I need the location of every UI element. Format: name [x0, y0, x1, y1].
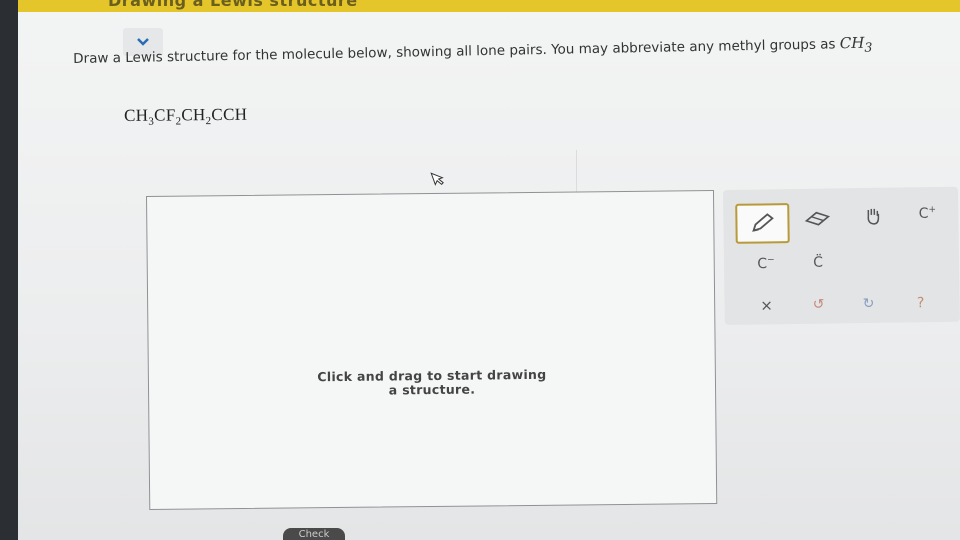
check-button[interactable]: Check — [283, 528, 345, 540]
undo-icon: ↺ — [812, 296, 825, 313]
page-title: Drawing a Lewis structure — [108, 0, 358, 10]
clear-button[interactable]: × — [746, 289, 786, 322]
chevron-down-icon — [137, 38, 149, 46]
anion-label: C− — [757, 254, 775, 272]
drawing-toolbar: C+ C− C̈ × ↺ ↻ ? — [723, 186, 960, 325]
lone-pair-tool-button[interactable]: C̈ — [798, 246, 838, 279]
close-icon: × — [760, 296, 774, 315]
hand-icon — [867, 208, 880, 225]
header-bar: Drawing a Lewis structure — [18, 0, 960, 12]
help-button[interactable]: ? — [900, 287, 940, 320]
question-prompt: Draw a Lewis structure for the molecule … — [73, 36, 836, 67]
redo-button[interactable]: ↻ — [848, 288, 888, 321]
pencil-tool-button[interactable] — [735, 203, 790, 244]
mouse-cursor-icon — [430, 169, 448, 192]
hand-tool-button[interactable] — [853, 200, 893, 233]
pencil-icon — [752, 213, 774, 232]
cation-tool-button[interactable]: C+ — [907, 197, 947, 230]
canvas-hint: Click and drag to start drawing a struct… — [317, 366, 547, 398]
cation-label: C+ — [918, 204, 937, 222]
lone-pair-label: C̈ — [813, 254, 824, 271]
help-icon: ? — [916, 295, 925, 312]
methyl-abbreviation: CH3 — [839, 33, 873, 55]
eraser-icon — [804, 211, 831, 226]
redo-icon: ↻ — [862, 295, 875, 313]
screen: Drawing a Lewis structure Draw a Lewis s… — [18, 0, 960, 540]
molecule-formula: CH3CF2CH2CCH — [124, 104, 248, 128]
anion-tool-button[interactable]: C− — [746, 247, 786, 280]
drawing-canvas[interactable]: Click and drag to start drawing a struct… — [146, 190, 718, 510]
question-text: Draw a Lewis structure for the molecule … — [73, 32, 960, 70]
eraser-tool-button[interactable] — [797, 202, 837, 235]
undo-button[interactable]: ↺ — [798, 288, 838, 321]
